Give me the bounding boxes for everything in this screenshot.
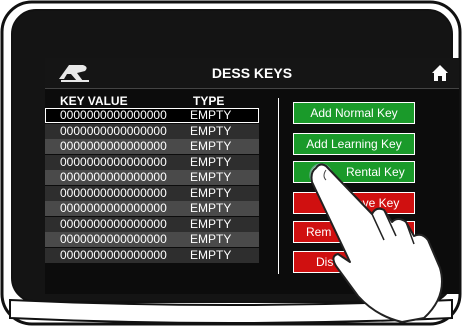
pointing-hand-icon — [309, 163, 443, 323]
